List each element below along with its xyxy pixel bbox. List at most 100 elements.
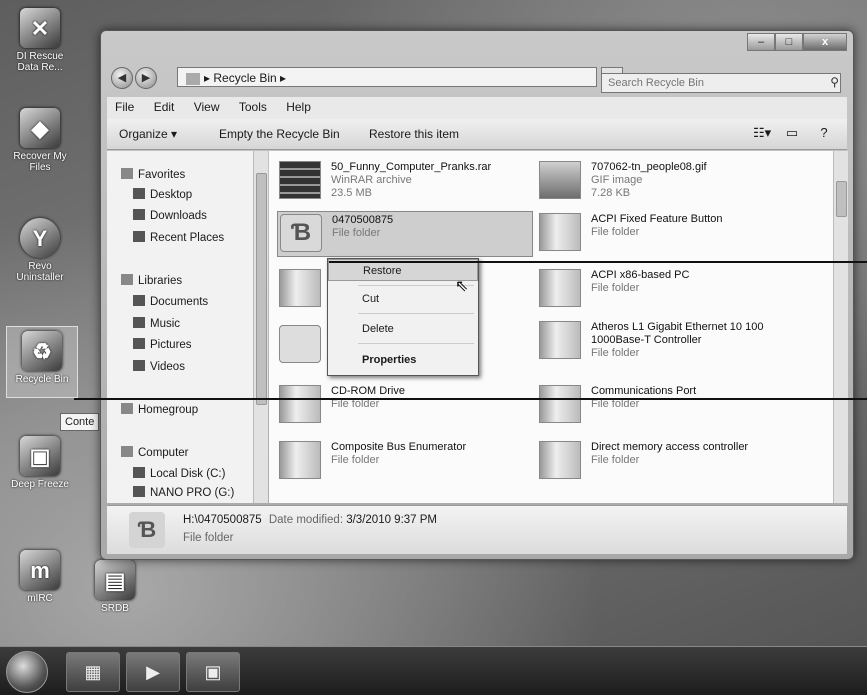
view-options-icon[interactable]: ☷▾ (753, 125, 771, 141)
nav-item-recent-places[interactable]: Recent Places (133, 230, 224, 246)
nav-scroll-thumb[interactable] (256, 173, 267, 405)
menu-item-properties[interactable]: Properties (328, 349, 478, 371)
nav-item-desktop[interactable]: Desktop (133, 187, 192, 203)
taskbar: ▦ ▶ ▣ (0, 646, 867, 695)
menu-edit[interactable]: Edit (154, 100, 175, 114)
folder-icon (279, 385, 321, 423)
nav-item-local-disk[interactable]: Local Disk (C:) (133, 466, 225, 482)
file-name: Communications Port (591, 385, 697, 397)
search-input[interactable] (601, 73, 841, 93)
nav-label: Recent Places (150, 232, 225, 244)
command-bar: Organize ▾ Empty the Recycle Bin Restore… (107, 119, 847, 150)
nav-item-pictures[interactable]: Pictures (133, 337, 192, 353)
close-button[interactable]: x (803, 33, 847, 51)
file-list-scrollbar[interactable] (833, 151, 848, 503)
nav-favorites[interactable]: Favorites (121, 167, 185, 183)
winrar-archive-icon (279, 161, 321, 199)
nav-item-videos[interactable]: Videos (133, 359, 185, 375)
taskbar-explorer-button[interactable]: ▦ (66, 652, 120, 692)
menu-tools[interactable]: Tools (239, 100, 267, 114)
desktop-folder-icon (133, 188, 145, 199)
desktop-icon-deep-freeze[interactable]: ▣ Deep Freeze (5, 436, 75, 490)
file-name: 707062-tn_people08.gif (591, 161, 707, 173)
di-rescue-icon: ✕ (20, 8, 60, 48)
taskbar-recycle-bin-button[interactable]: ▣ (186, 652, 240, 692)
nav-label: Computer (138, 447, 189, 459)
nav-item-documents[interactable]: Documents (133, 294, 208, 310)
restore-item-button[interactable]: Restore this item (369, 127, 459, 141)
file-type: WinRAR archive (331, 174, 412, 186)
minimize-button[interactable]: – (747, 33, 775, 51)
file-item[interactable]: ACPI x86-based PC File folder (537, 267, 797, 311)
recycle-bin-icon: ♻ (22, 331, 62, 371)
nav-item-nano-pro[interactable]: NANO PRO (G:) (133, 485, 234, 501)
start-button[interactable] (6, 651, 48, 693)
nav-label: Videos (150, 361, 185, 373)
desktop-icon-label: Recycle Bin (15, 374, 69, 385)
menu-bar: File Edit View Tools Help (107, 97, 847, 120)
desktop-icon-recover-my-files[interactable]: ◆ Recover My Files (5, 108, 75, 173)
empty-recycle-bin-button[interactable]: Empty the Recycle Bin (219, 127, 340, 141)
nav-computer[interactable]: Computer (121, 445, 189, 461)
file-type: File folder (591, 347, 640, 359)
file-type: File folder (331, 454, 380, 466)
organize-button[interactable]: Organize ▾ (119, 127, 177, 141)
menu-view[interactable]: View (194, 100, 220, 114)
nav-label: Libraries (138, 275, 183, 287)
desktop-icon-srdb[interactable]: ▤ SRDB (80, 560, 150, 614)
taskbar-media-player-button[interactable]: ▶ (126, 652, 180, 692)
nav-label: Desktop (150, 189, 193, 201)
file-item[interactable]: CD-ROM Drive File folder (277, 383, 537, 427)
desktop-tooltip: Conte (60, 413, 100, 431)
desktop-icon-revo-uninstaller[interactable]: Y Revo Uninstaller (5, 218, 75, 283)
nav-homegroup[interactable]: Homegroup (121, 402, 198, 418)
drive-icon (133, 467, 145, 478)
music-icon (133, 317, 145, 328)
breadcrumb[interactable]: Recycle Bin (213, 71, 276, 85)
file-name: Composite Bus Enumerator (331, 441, 467, 453)
file-scroll-thumb[interactable] (836, 181, 847, 217)
file-item[interactable]: ACPI Fixed Feature Button File folder (537, 211, 797, 255)
search-icon[interactable]: ⚲ (830, 75, 839, 89)
file-name: Atheros L1 Gigabit Ethernet 10 100 1000B… (591, 321, 764, 346)
documents-icon (133, 295, 145, 306)
file-item[interactable]: Direct memory access controller File fold… (537, 439, 797, 483)
file-item[interactable]: Composite Bus Enumerator File folder (277, 439, 537, 483)
desktop-icon-di-rescue[interactable]: ✕ DI Rescue Data Re... (5, 8, 75, 73)
caption-buttons: – □ x (747, 33, 847, 51)
menu-file[interactable]: File (115, 100, 134, 114)
desktop-icon-recycle-bin[interactable]: ♻ Recycle Bin (6, 326, 78, 398)
file-item[interactable]: 50_Funny_Computer_Pranks.rar WinRAR archi… (277, 159, 537, 203)
callout-line (329, 261, 867, 263)
folder-icon: Ɓ (280, 214, 322, 252)
menu-separator (358, 343, 474, 344)
desktop-icon-mirc[interactable]: m mIRC (5, 550, 75, 604)
details-modified-label: Date modified: (268, 514, 344, 526)
menu-help[interactable]: Help (286, 100, 311, 114)
nav-libraries[interactable]: Libraries (121, 273, 182, 289)
star-icon (121, 168, 133, 179)
revo-uninstaller-icon: Y (20, 218, 60, 258)
file-item-selected[interactable]: Ɓ 0470500875 File folder (277, 211, 533, 257)
file-item[interactable]: 707062-tn_people08.gif GIF image 7.28 KB (537, 159, 797, 203)
nav-item-downloads[interactable]: Downloads (133, 208, 207, 224)
nav-pane-scrollbar[interactable] (253, 151, 268, 503)
file-item[interactable]: Atheros L1 Gigabit Ethernet 10 100 1000B… (537, 319, 797, 375)
device-icon (279, 325, 321, 363)
help-icon[interactable]: ? (815, 125, 833, 141)
file-name: ACPI x86-based PC (591, 269, 690, 281)
srdb-icon: ▤ (95, 560, 135, 600)
maximize-button[interactable]: □ (775, 33, 803, 51)
preview-pane-icon[interactable]: ▭ (783, 125, 801, 141)
homegroup-icon (121, 403, 133, 414)
desktop-icon-label: Recover My Files (13, 151, 67, 173)
address-bar[interactable]: ▸ Recycle Bin ▸ (177, 67, 597, 87)
libraries-icon (121, 274, 133, 285)
file-type: File folder (591, 282, 640, 294)
back-button[interactable]: ◀ (111, 67, 133, 89)
file-item[interactable]: Communications Port File folder (537, 383, 797, 427)
forward-button[interactable]: ▶ (135, 67, 157, 89)
folder-icon: Ɓ (129, 512, 165, 548)
nav-item-music[interactable]: Music (133, 316, 180, 332)
menu-item-delete[interactable]: Delete (328, 318, 478, 340)
